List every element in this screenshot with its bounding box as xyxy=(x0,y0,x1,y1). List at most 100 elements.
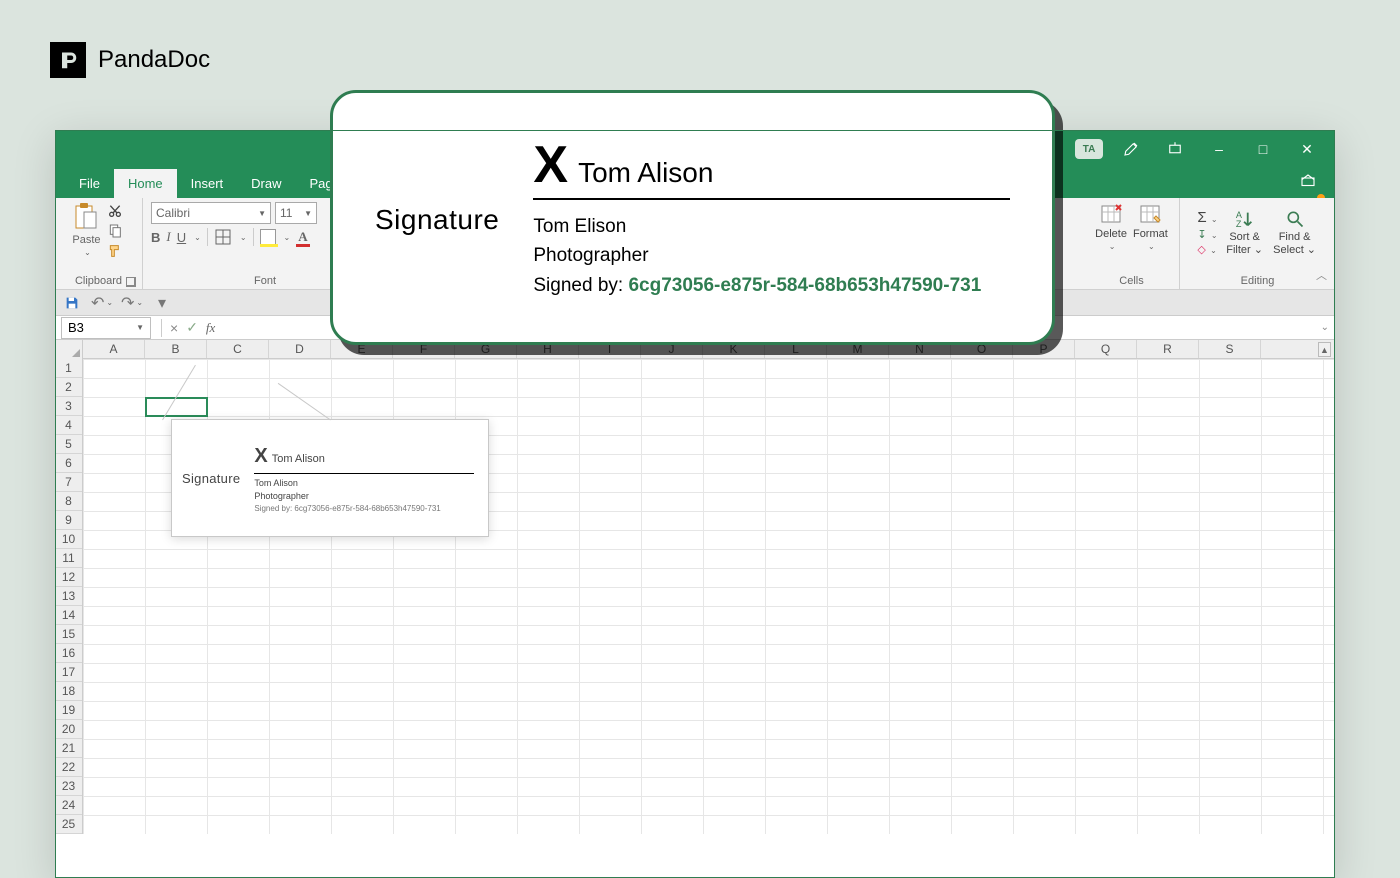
col-header-B[interactable]: B xyxy=(145,340,207,358)
maximize-button[interactable]: □ xyxy=(1241,130,1285,168)
clear-button[interactable]: ◇ ⌄ xyxy=(1197,243,1217,256)
col-header-C[interactable]: C xyxy=(207,340,269,358)
row-header-18[interactable]: 18 xyxy=(55,682,82,701)
font-family-value: Calibri xyxy=(156,206,190,220)
format-button[interactable]: Format⌄ xyxy=(1133,202,1168,251)
row-header-4[interactable]: 4 xyxy=(55,416,82,435)
col-header-S[interactable]: S xyxy=(1199,340,1261,358)
format-painter-icon[interactable] xyxy=(105,242,125,260)
format-label: Format xyxy=(1133,228,1168,240)
close-button[interactable]: ✕ xyxy=(1285,130,1329,168)
group-label-font: Font xyxy=(254,273,276,287)
bold-button[interactable]: B xyxy=(151,230,160,245)
font-color-button[interactable]: A xyxy=(296,229,309,245)
pandadoc-logo: PandaDoc xyxy=(50,42,210,78)
delete-label: Delete xyxy=(1095,228,1127,240)
undo-icon[interactable]: ↶⌄ xyxy=(91,293,113,313)
cancel-formula-icon[interactable]: × xyxy=(170,320,178,336)
row-header-14[interactable]: 14 xyxy=(55,606,82,625)
clipboard-dialog-launcher[interactable] xyxy=(126,277,136,287)
row-headers: 1234567891011121314151617181920212223242… xyxy=(55,359,83,834)
select-all-corner[interactable] xyxy=(55,340,83,359)
enter-formula-icon[interactable]: ✓ xyxy=(186,319,198,336)
font-size-value: 11 xyxy=(280,206,292,220)
row-header-2[interactable]: 2 xyxy=(55,378,82,397)
redo-icon[interactable]: ↷⌄ xyxy=(121,293,143,313)
row-header-20[interactable]: 20 xyxy=(55,720,82,739)
tab-insert[interactable]: Insert xyxy=(177,169,238,198)
scroll-up-icon[interactable]: ▲ xyxy=(1318,342,1331,357)
share-icon[interactable] xyxy=(1299,172,1321,190)
cut-icon[interactable] xyxy=(105,202,125,220)
row-header-11[interactable]: 11 xyxy=(55,549,82,568)
col-header-Q[interactable]: Q xyxy=(1075,340,1137,358)
italic-button[interactable]: I xyxy=(166,229,170,245)
signature-label: Signature xyxy=(182,471,240,486)
row-header-24[interactable]: 24 xyxy=(55,796,82,815)
callout-signature-id: 6cg73056-e875r-584-68b653h47590-731 xyxy=(628,275,981,296)
user-badge[interactable]: TA xyxy=(1075,139,1103,159)
qat-customize-icon[interactable]: ▾ xyxy=(151,293,173,313)
font-size-select[interactable]: 11▼ xyxy=(275,202,317,224)
row-header-8[interactable]: 8 xyxy=(55,492,82,511)
delete-button[interactable]: Delete⌄ xyxy=(1095,202,1127,251)
save-icon[interactable] xyxy=(61,293,83,313)
signature-callout: Signature X Tom Alison Tom Elison Photog… xyxy=(330,90,1055,345)
fill-color-button[interactable] xyxy=(260,229,276,245)
row-header-6[interactable]: 6 xyxy=(55,454,82,473)
group-label-clipboard: Clipboard xyxy=(75,273,122,287)
fill-button[interactable]: ↧ ⌄ xyxy=(1197,228,1217,241)
group-label-editing: Editing xyxy=(1241,273,1275,287)
callout-name: Tom Alison xyxy=(578,151,713,194)
copy-icon[interactable] xyxy=(105,222,125,240)
tab-draw[interactable]: Draw xyxy=(237,169,295,198)
row-header-15[interactable]: 15 xyxy=(55,625,82,644)
row-header-1[interactable]: 1 xyxy=(55,359,82,378)
signature-object[interactable]: Signature X Tom Alison Tom Alison Photog… xyxy=(171,419,489,537)
paste-button[interactable]: Paste ⌄ xyxy=(72,202,100,257)
minimize-button[interactable]: – xyxy=(1197,130,1241,168)
row-header-22[interactable]: 22 xyxy=(55,758,82,777)
autosum-button[interactable]: Σ ⌄ xyxy=(1197,209,1217,226)
underline-button[interactable]: U xyxy=(177,230,186,245)
cells-area[interactable]: Signature X Tom Alison Tom Alison Photog… xyxy=(83,359,1335,834)
row-header-17[interactable]: 17 xyxy=(55,663,82,682)
row-header-10[interactable]: 10 xyxy=(55,530,82,549)
group-label-cells: Cells xyxy=(1119,273,1143,287)
row-header-21[interactable]: 21 xyxy=(55,739,82,758)
tab-file[interactable]: File xyxy=(65,169,114,198)
col-header-D[interactable]: D xyxy=(269,340,331,358)
callout-label: Signature xyxy=(375,204,499,236)
signature-role: Photographer xyxy=(254,490,474,503)
name-box[interactable]: B3▼ xyxy=(61,317,151,339)
sort-filter-button[interactable]: AZ Sort & Filter ⌄ xyxy=(1224,209,1266,256)
row-header-16[interactable]: 16 xyxy=(55,644,82,663)
tab-home[interactable]: Home xyxy=(114,169,177,198)
font-family-select[interactable]: Calibri▼ xyxy=(151,202,271,224)
find-select-button[interactable]: Find & Select ⌄ xyxy=(1272,209,1318,256)
mode-icon[interactable] xyxy=(1109,130,1153,168)
row-header-5[interactable]: 5 xyxy=(55,435,82,454)
collapse-ribbon-icon[interactable]: ︿ xyxy=(1316,267,1327,283)
row-header-7[interactable]: 7 xyxy=(55,473,82,492)
signature-printed-name: Tom Alison xyxy=(254,477,474,490)
row-header-19[interactable]: 19 xyxy=(55,701,82,720)
selected-cell[interactable] xyxy=(145,397,208,417)
col-header-R[interactable]: R xyxy=(1137,340,1199,358)
group-editing: Σ ⌄ ↧ ⌄ ◇ ⌄ AZ Sort & Filter ⌄ Find & Se… xyxy=(1180,198,1335,289)
expand-formula-bar-icon[interactable]: ⌄ xyxy=(1321,322,1329,333)
row-header-13[interactable]: 13 xyxy=(55,587,82,606)
group-cells: Delete⌄ Format⌄ Cells xyxy=(1084,198,1180,289)
find-label: Find & Select ⌄ xyxy=(1272,231,1318,256)
row-header-23[interactable]: 23 xyxy=(55,777,82,796)
insert-function-icon[interactable]: fx xyxy=(206,320,215,336)
col-header-A[interactable]: A xyxy=(83,340,145,358)
row-header-12[interactable]: 12 xyxy=(55,568,82,587)
row-header-25[interactable]: 25 xyxy=(55,815,82,834)
callout-printed-name: Tom Elison xyxy=(533,212,1010,241)
borders-button[interactable] xyxy=(214,228,232,246)
row-header-3[interactable]: 3 xyxy=(55,397,82,416)
ribbon-display-icon[interactable] xyxy=(1153,130,1197,168)
spreadsheet-grid[interactable]: ABCDEFGHIJKLMNOPQRS ▲ 123456789101112131… xyxy=(55,340,1335,878)
row-header-9[interactable]: 9 xyxy=(55,511,82,530)
